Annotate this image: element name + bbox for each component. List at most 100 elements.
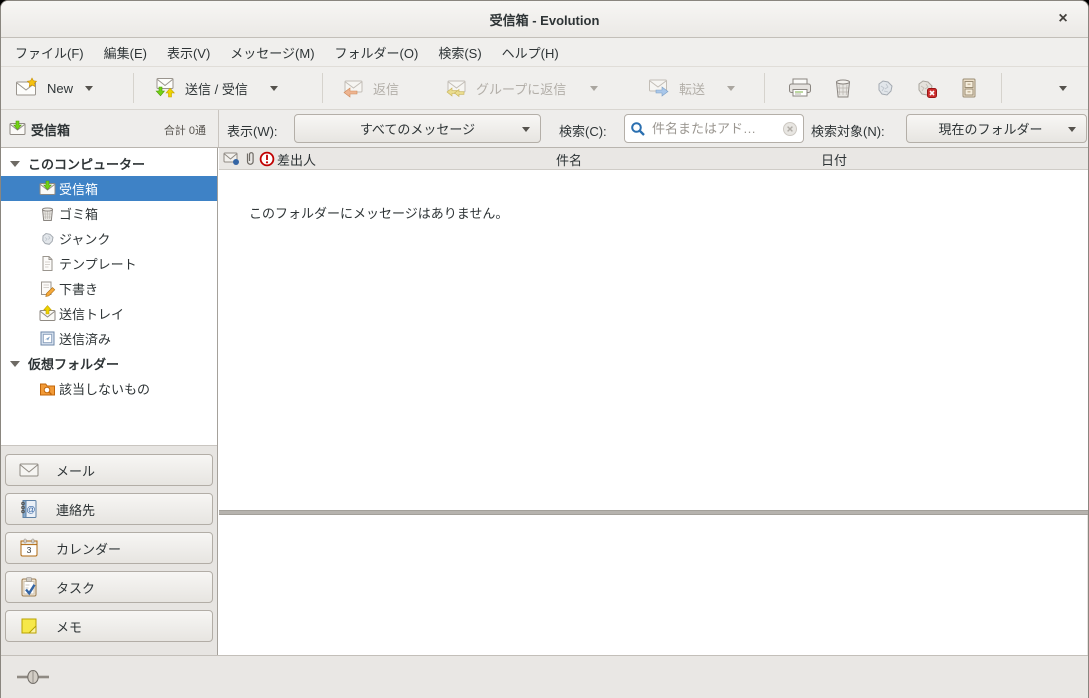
search-scope-value: 現在のフォルダー — [938, 119, 1042, 138]
preview-pane[interactable] — [219, 515, 1088, 655]
toolbar-overflow-button[interactable] — [1049, 72, 1073, 104]
inbox-icon — [9, 120, 26, 137]
message-count: 合計 0通 — [164, 122, 206, 138]
expander-icon[interactable] — [10, 361, 20, 367]
menu-message[interactable]: メッセージ(M) — [220, 39, 324, 66]
menu-help[interactable]: ヘルプ(H) — [492, 39, 569, 66]
tree-item-sent[interactable]: 送信済み — [1, 326, 217, 351]
search-box[interactable] — [624, 114, 804, 143]
tree-item-label: ゴミ箱 — [59, 204, 98, 223]
column-date[interactable]: 日付 — [821, 150, 847, 169]
priority-icon[interactable] — [259, 151, 275, 167]
folder-sidebar: このコンピューター 受信箱 ゴミ箱 ジャンク — [1, 148, 218, 655]
calendar-icon: 3 — [18, 537, 40, 559]
switcher-calendar-button[interactable]: 3 カレンダー — [5, 532, 213, 564]
archive-icon — [957, 76, 981, 100]
reply-button[interactable]: 返信 — [335, 72, 405, 104]
menu-folder[interactable]: フォルダー(O) — [325, 39, 429, 66]
junk-icon — [873, 76, 897, 100]
column-subject[interactable]: 件名 — [556, 150, 582, 169]
print-button[interactable] — [781, 72, 819, 104]
switcher-contacts-button[interactable]: @ 連絡先 — [5, 493, 213, 525]
trash-icon — [39, 205, 56, 222]
not-junk-button[interactable] — [909, 72, 945, 104]
tree-item-inbox[interactable]: 受信箱 — [1, 176, 217, 201]
status-bar — [1, 655, 1088, 698]
group-reply-button[interactable]: グループに返信 — [438, 72, 604, 104]
tree-group-search-folders[interactable]: 仮想フォルダー — [1, 351, 217, 376]
tree-group-label: このコンピューター — [28, 154, 145, 173]
new-dropdown-chevron-icon[interactable] — [85, 86, 93, 91]
switcher-label: メール — [56, 461, 95, 480]
group-reply-icon — [444, 76, 468, 100]
forward-button[interactable]: 転送 — [641, 72, 741, 104]
contacts-icon: @ — [18, 498, 40, 520]
show-filter-value: すべてのメッセージ — [360, 119, 475, 138]
tree-item-drafts[interactable]: 下書き — [1, 276, 217, 301]
search-input[interactable] — [650, 120, 778, 137]
switcher-mail-button[interactable]: メール — [5, 454, 213, 486]
switcher-label: タスク — [56, 578, 95, 597]
delete-button[interactable] — [825, 72, 861, 104]
tree-item-junk[interactable]: ジャンク — [1, 226, 217, 251]
send-receive-button[interactable]: 送信 / 受信 — [147, 72, 284, 104]
svg-text:3: 3 — [27, 545, 32, 555]
junk-icon — [39, 230, 56, 247]
new-mail-icon — [15, 76, 39, 100]
group-reply-chevron-icon[interactable] — [590, 86, 598, 91]
search-icon — [630, 121, 646, 137]
menu-edit[interactable]: 編集(E) — [94, 39, 157, 66]
forward-label: 転送 — [679, 79, 705, 98]
message-list[interactable]: このフォルダーにメッセージはありません。 — [219, 170, 1088, 510]
titlebar[interactable]: 受信箱 - Evolution × — [1, 1, 1088, 38]
archive-button[interactable] — [951, 72, 987, 104]
new-message-button[interactable]: New — [9, 72, 99, 104]
show-filter-dropdown[interactable]: すべてのメッセージ — [294, 114, 541, 143]
clear-search-icon[interactable] — [782, 121, 798, 137]
tree-group-this-computer[interactable]: このコンピューター — [1, 151, 217, 176]
search-scope-dropdown[interactable]: 現在のフォルダー — [906, 114, 1087, 143]
search-label: 検索(C): — [559, 121, 607, 140]
chevron-down-icon — [1068, 127, 1076, 132]
close-button[interactable]: × — [1053, 9, 1073, 29]
expander-icon[interactable] — [10, 161, 20, 167]
mail-icon — [18, 459, 40, 481]
empty-folder-message: このフォルダーにメッセージはありません。 — [249, 203, 508, 222]
online-status-icon[interactable] — [17, 669, 49, 685]
read-status-icon[interactable] — [223, 151, 240, 166]
template-icon — [39, 255, 56, 272]
inbox-icon — [39, 180, 56, 197]
tree-item-label: 受信箱 — [59, 179, 98, 198]
attachment-icon[interactable] — [243, 151, 257, 167]
menu-view[interactable]: 表示(V) — [157, 39, 220, 66]
switcher-label: カレンダー — [56, 539, 121, 558]
memos-icon — [18, 615, 40, 637]
message-list-header: 差出人 件名 日付 — [219, 148, 1088, 170]
group-reply-label: グループに返信 — [476, 79, 566, 98]
menu-search[interactable]: 検索(S) — [428, 39, 491, 66]
switcher-tasks-button[interactable]: タスク — [5, 571, 213, 603]
tree-item-outbox[interactable]: 送信トレイ — [1, 301, 217, 326]
send-receive-chevron-icon[interactable] — [270, 86, 278, 91]
forward-chevron-icon[interactable] — [727, 86, 735, 91]
tree-item-trash[interactable]: ゴミ箱 — [1, 201, 217, 226]
junk-button[interactable] — [867, 72, 903, 104]
reply-icon — [341, 76, 365, 100]
evolution-window: 受信箱 - Evolution × ファイル(F) 編集(E) 表示(V) メッ… — [0, 0, 1089, 698]
not-junk-icon — [915, 76, 939, 100]
tree-item-unmatched[interactable]: 該当しないもの — [1, 376, 217, 401]
toolbar-separator — [133, 73, 134, 103]
switcher-label: 連絡先 — [56, 500, 95, 519]
tree-group-label: 仮想フォルダー — [28, 354, 119, 373]
menu-file[interactable]: ファイル(F) — [5, 39, 94, 66]
toolbar-separator — [1001, 73, 1002, 103]
switcher-memos-button[interactable]: メモ — [5, 610, 213, 642]
tree-item-label: 下書き — [59, 279, 98, 298]
tree-item-label: 該当しないもの — [59, 379, 150, 398]
tree-item-label: 送信トレイ — [59, 304, 124, 323]
menubar: ファイル(F) 編集(E) 表示(V) メッセージ(M) フォルダー(O) 検索… — [1, 38, 1088, 67]
send-receive-label: 送信 / 受信 — [185, 79, 248, 98]
column-from[interactable]: 差出人 — [277, 150, 316, 169]
tree-item-templates[interactable]: テンプレート — [1, 251, 217, 276]
forward-icon — [647, 76, 671, 100]
